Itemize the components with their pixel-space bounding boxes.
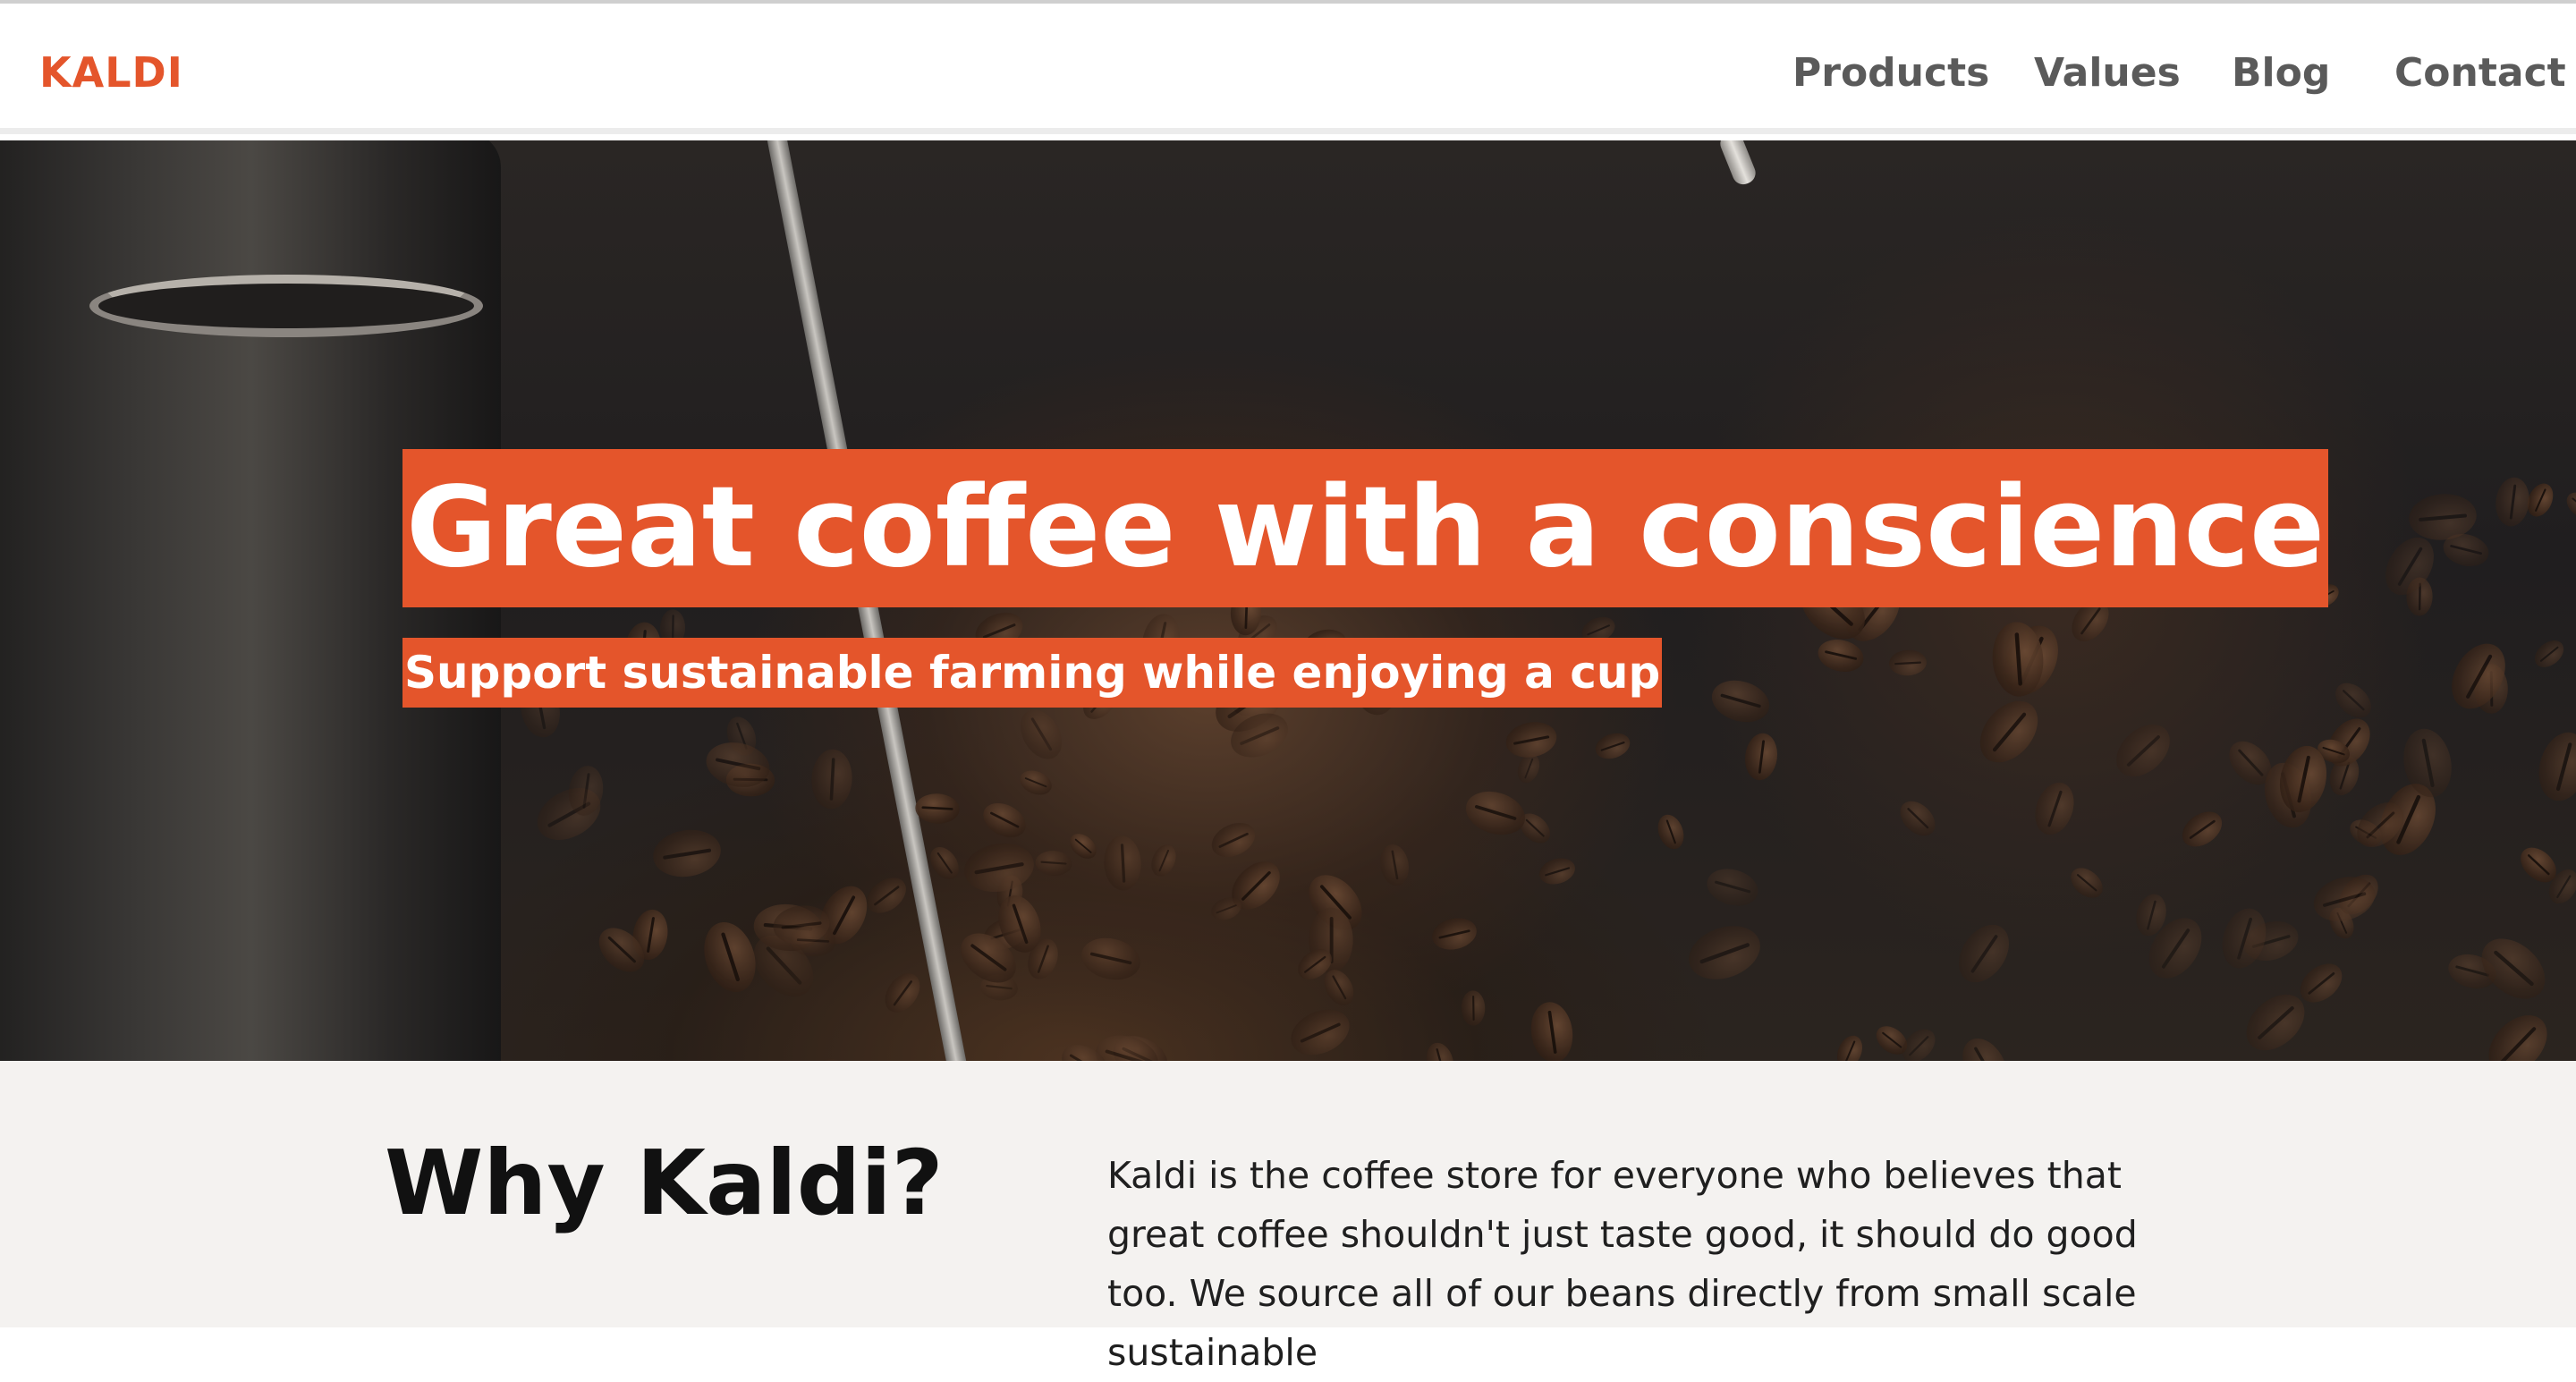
coffee-bean-image <box>1815 635 1868 676</box>
nav-link-blog[interactable]: Blog <box>2232 50 2330 96</box>
coffee-bean-image <box>1146 841 1181 881</box>
coffee-bean-image <box>1377 842 1412 888</box>
coffee-bean-image <box>1422 1039 1458 1061</box>
nav-link-contact[interactable]: Contact <box>2394 50 2566 96</box>
coffee-bean-image <box>2215 903 2274 974</box>
nav-link-products[interactable]: Products <box>1792 50 1989 96</box>
coffee-bean-image <box>860 869 913 920</box>
coffee-bean-image <box>1653 811 1689 853</box>
coffee-bean-image <box>914 793 961 826</box>
coffee-bean-image <box>2531 726 2576 807</box>
coffee-bean-image <box>1893 793 1942 843</box>
coffee-bean-image <box>1461 784 1531 843</box>
why-kaldi-section: Why Kaldi? Kaldi is the coffee store for… <box>0 1061 2576 1374</box>
hero-subtitle: Support sustainable farming while enjoyi… <box>404 647 1661 699</box>
hero-roaster-rim-image <box>89 275 483 337</box>
coffee-bean-image <box>2376 529 2445 605</box>
coffee-bean-image <box>2493 475 2532 529</box>
coffee-bean-image <box>1832 1031 1868 1061</box>
coffee-bean-image <box>1077 932 1145 986</box>
coffee-bean-image <box>2065 861 2109 904</box>
coffee-bean-image <box>1102 835 1142 892</box>
coffee-bean-image <box>1707 674 1775 729</box>
coffee-bean-image <box>1702 863 1763 912</box>
coffee-bean-image <box>2477 1004 2559 1061</box>
coffee-bean-image <box>1284 1000 1358 1061</box>
coffee-bean-image <box>649 825 725 882</box>
coffee-bean-image <box>1016 766 1056 800</box>
coffee-bean-image <box>1969 689 2050 774</box>
why-kaldi-paragraph: Kaldi is the coffee store for everyone w… <box>1107 1154 2138 1374</box>
why-kaldi-heading: Why Kaldi? <box>385 1131 944 1235</box>
coffee-bean-image <box>1536 853 1579 888</box>
coffee-bean-image <box>1428 913 1480 954</box>
coffee-bean-image <box>1682 916 1768 989</box>
hero-banner: Great coffee with a conscience Support s… <box>0 140 2576 1061</box>
hero-title-highlight: Great coffee with a conscience <box>402 449 2329 607</box>
hero-stirring-arm-tip-image <box>1716 140 1759 188</box>
coffee-bean-image <box>2529 634 2570 673</box>
coffee-bean-image <box>805 1053 846 1061</box>
kaldi-logo[interactable]: KALDI <box>39 48 183 97</box>
coffee-bean-image <box>1461 990 1486 1027</box>
coffee-bean-image <box>960 838 1038 898</box>
coffee-bean-image <box>2106 714 2181 787</box>
coffee-bean-image <box>977 796 1032 844</box>
coffee-bean-image <box>1948 914 2020 992</box>
hero-subtitle-highlight: Support sustainable farming while enjoyi… <box>402 638 1663 708</box>
coffee-bean-image <box>877 967 928 1020</box>
coffee-bean-image <box>1953 1030 2016 1061</box>
coffee-bean-image <box>1591 728 1633 764</box>
top-navbar: KALDI Products Values Blog Contact <box>0 4 2576 134</box>
coffee-bean-image <box>1503 717 1560 762</box>
coffee-bean-image <box>1206 816 1261 864</box>
coffee-bean-image <box>2175 804 2229 854</box>
coffee-bean-image <box>1527 999 1577 1061</box>
coffee-bean-image <box>1741 731 1780 783</box>
coffee-bean-image <box>809 748 854 810</box>
coffee-bean-image <box>2470 927 2557 1012</box>
coffee-bean-image <box>1012 702 1072 767</box>
coffee-bean-image <box>2029 777 2081 840</box>
coffee-bean-image <box>1035 849 1073 878</box>
coffee-bean-image <box>1888 649 1928 677</box>
coffee-bean-image <box>2561 488 2576 524</box>
hero-title: Great coffee with a conscience <box>406 463 2326 592</box>
nav-link-values[interactable]: Values <box>2034 50 2181 96</box>
